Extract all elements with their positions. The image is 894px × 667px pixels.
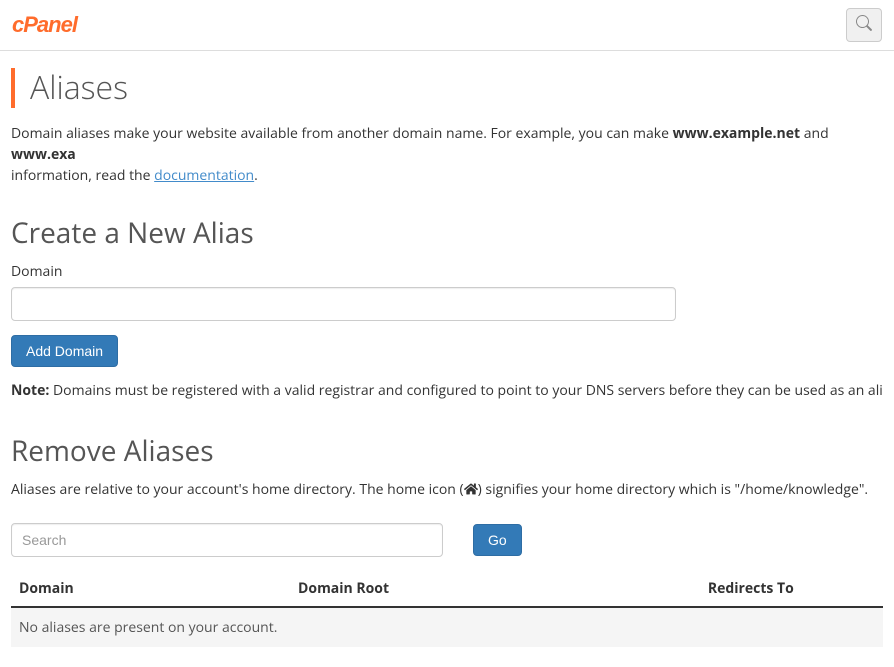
alias-search-input[interactable] (11, 523, 443, 557)
remove-desc-after: ) signifies your home directory which is… (478, 480, 868, 499)
alias-table: Domain Domain Root Redirects To No alias… (11, 571, 883, 647)
domain-input[interactable] (11, 287, 676, 321)
remove-aliases-heading: Remove Aliases (11, 432, 883, 470)
note-paragraph: Note: Domains must be registered with a … (11, 381, 883, 400)
page-title-wrap: Aliases (11, 66, 883, 109)
intro-text-1: Domain aliases make your website availab… (11, 124, 673, 143)
col-domain: Domain (11, 571, 290, 607)
remove-description: Aliases are relative to your account's h… (11, 480, 883, 499)
search-row: Go (11, 523, 883, 557)
note-label: Note: (11, 381, 49, 400)
empty-message: No aliases are present on your account. (11, 607, 883, 647)
intro-text-2: information, read the (11, 166, 154, 185)
domain-label: Domain (11, 262, 883, 281)
add-domain-button[interactable]: Add Domain (11, 335, 118, 367)
page-title: Aliases (30, 66, 128, 109)
col-domain-root: Domain Root (290, 571, 700, 607)
title-accent-bar (11, 68, 15, 108)
intro-mid-1: and (800, 124, 829, 143)
go-button[interactable]: Go (473, 524, 522, 556)
example-domain-1: www.example.net (673, 124, 800, 143)
cpanel-logo: cPanel (12, 12, 77, 38)
col-redirects-to: Redirects To (700, 571, 883, 607)
search-icon (856, 15, 872, 36)
main-content: Aliases Domain aliases make your website… (0, 51, 894, 667)
table-row-empty: No aliases are present on your account. (11, 607, 883, 647)
home-icon (464, 480, 478, 499)
header-bar: cPanel (0, 0, 894, 51)
documentation-link[interactable]: documentation (154, 166, 254, 185)
example-domain-2: www.exa (11, 145, 76, 164)
note-body: Domains must be registered with a valid … (49, 381, 883, 400)
intro-period: . (254, 166, 258, 185)
header-search-button[interactable] (846, 8, 882, 42)
create-alias-heading: Create a New Alias (11, 214, 883, 252)
remove-desc-before: Aliases are relative to your account's h… (11, 480, 464, 499)
intro-paragraph: Domain aliases make your website availab… (11, 123, 883, 186)
